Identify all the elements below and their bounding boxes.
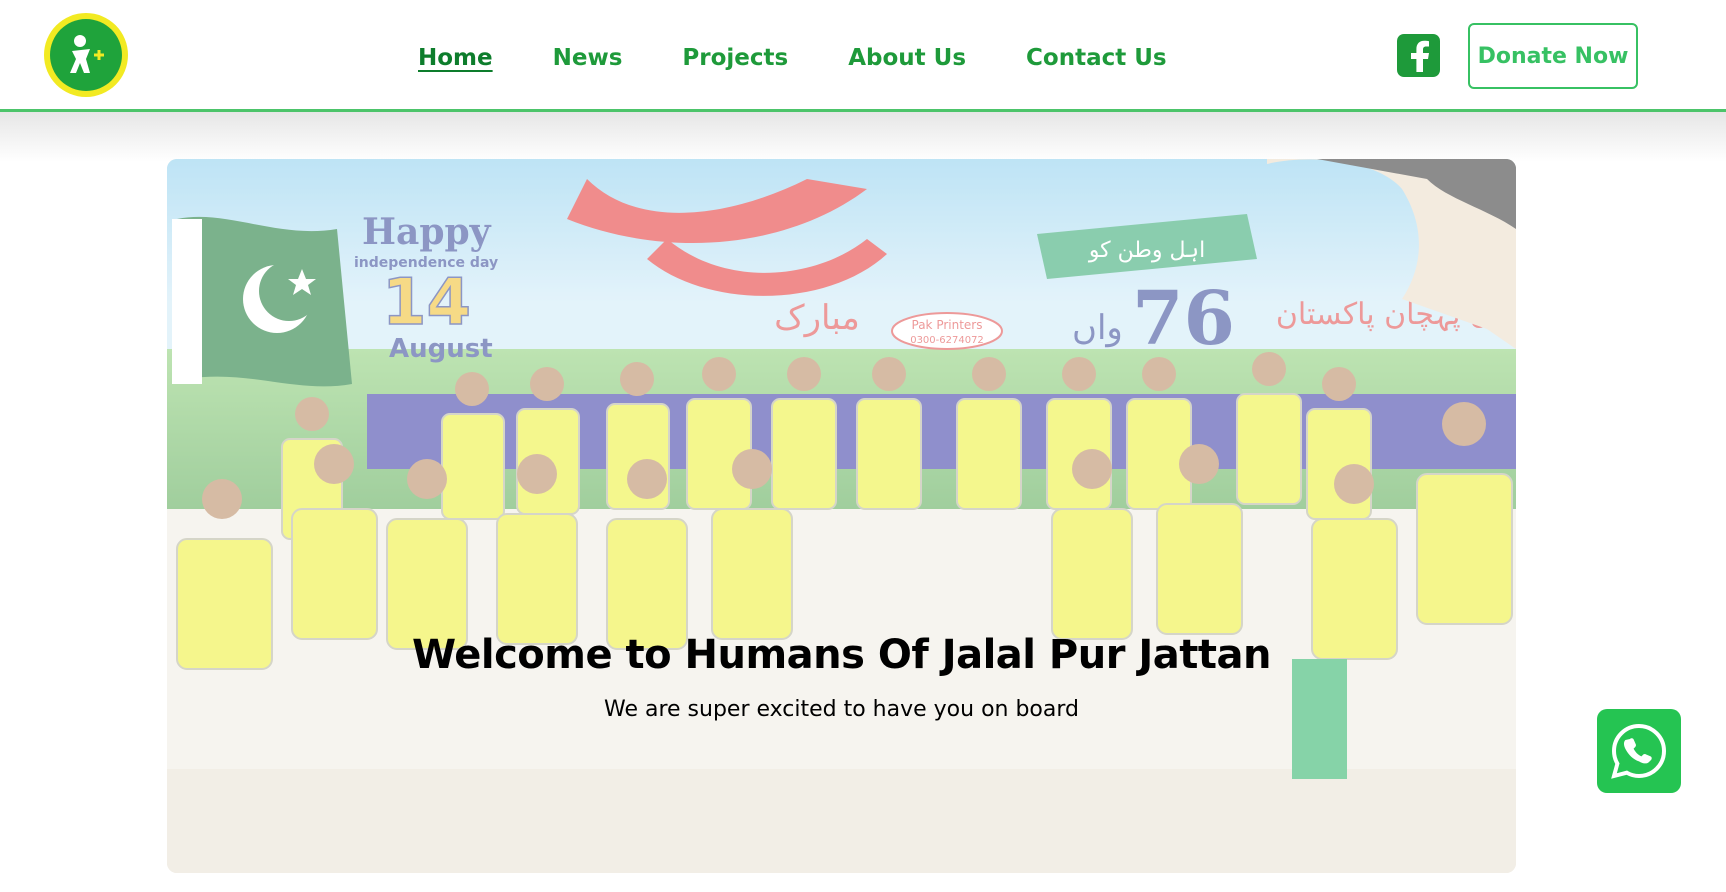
whatsapp-button[interactable] [1597, 709, 1681, 793]
nav-about-us-link[interactable]: About Us [848, 40, 966, 76]
hero-title: Welcome to Humans Of Jalal Pur Jattan [412, 632, 1271, 678]
donate-now-button[interactable]: Donate Now [1468, 23, 1638, 89]
site-logo[interactable] [44, 13, 128, 97]
logo-emblem-icon [50, 19, 122, 91]
main-nav: Home News Projects About Us Contact Us [418, 40, 1227, 76]
hero-banner: مبارک Happy independence day 14 August P… [167, 159, 1516, 873]
facebook-icon[interactable] [1397, 34, 1440, 77]
nav-contact-us-link[interactable]: Contact Us [1026, 40, 1167, 76]
site-header: Home News Projects About Us Contact Us D… [0, 0, 1726, 112]
header-shadow-band [0, 112, 1726, 162]
nav-home-link[interactable]: Home [418, 40, 493, 76]
whatsapp-icon [1611, 723, 1667, 779]
hero-subtitle: We are super excited to have you on boar… [603, 697, 1079, 722]
nav-projects-link[interactable]: Projects [682, 40, 788, 76]
nav-news-link[interactable]: News [553, 40, 623, 76]
hero-overlay [167, 159, 1516, 873]
